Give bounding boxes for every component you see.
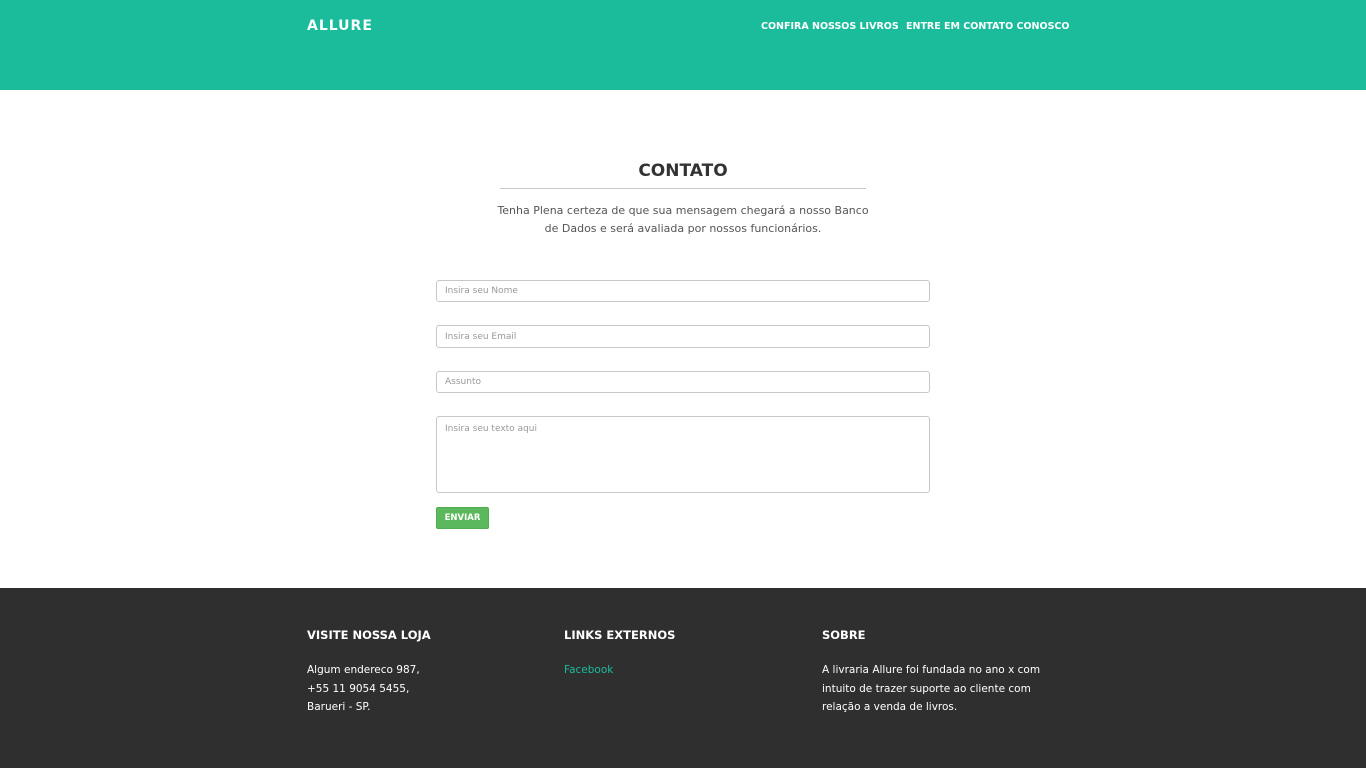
footer-store-line: +55 11 9054 5455, — [307, 682, 410, 695]
facebook-link[interactable]: Facebook — [564, 661, 784, 680]
footer-links-list: Facebook — [564, 661, 784, 680]
send-button[interactable]: ENVIAR — [436, 507, 489, 529]
footer-store-line: Algum endereco 987, — [307, 664, 420, 676]
message-textarea[interactable] — [436, 416, 930, 493]
navbar: ALLURE CONFIRA NOSSOS LIVROS ENTRE EM CO… — [0, 0, 1366, 90]
name-input[interactable] — [436, 280, 930, 302]
footer-store-heading: VISITE NOSSA LOJA — [307, 628, 431, 642]
footer-about-text: A livraria Allure foi fundada no ano x c… — [822, 661, 1062, 717]
page-subtitle: Tenha Plena certeza de que sua mensagem … — [497, 204, 869, 235]
footer-store-line: Barueri - SP. — [307, 701, 371, 713]
page-title: CONTATO — [638, 161, 728, 181]
title-divider — [500, 188, 866, 189]
nav-link-books[interactable]: CONFIRA NOSSOS LIVROS — [761, 21, 899, 32]
footer: VISITE NOSSA LOJA Algum endereco 987, +5… — [0, 588, 1366, 768]
footer-links-heading: LINKS EXTERNOS — [564, 628, 676, 642]
footer-store-address: Algum endereco 987, +55 11 9054 5455, Ba… — [307, 661, 527, 717]
footer-about-line: intuito de trazer suporte ao cliente com — [822, 682, 1031, 695]
footer-about-line: A livraria Allure foi fundada no ano x c… — [822, 664, 1041, 676]
subject-input[interactable] — [436, 371, 930, 393]
email-input[interactable] — [436, 325, 930, 348]
nav-link-contact[interactable]: ENTRE EM CONTATO CONOSCO — [906, 21, 1069, 32]
footer-about-line: relação a venda de livros. — [822, 701, 958, 713]
footer-about-heading: SOBRE — [822, 628, 866, 642]
brand-logo[interactable]: ALLURE — [307, 18, 373, 34]
